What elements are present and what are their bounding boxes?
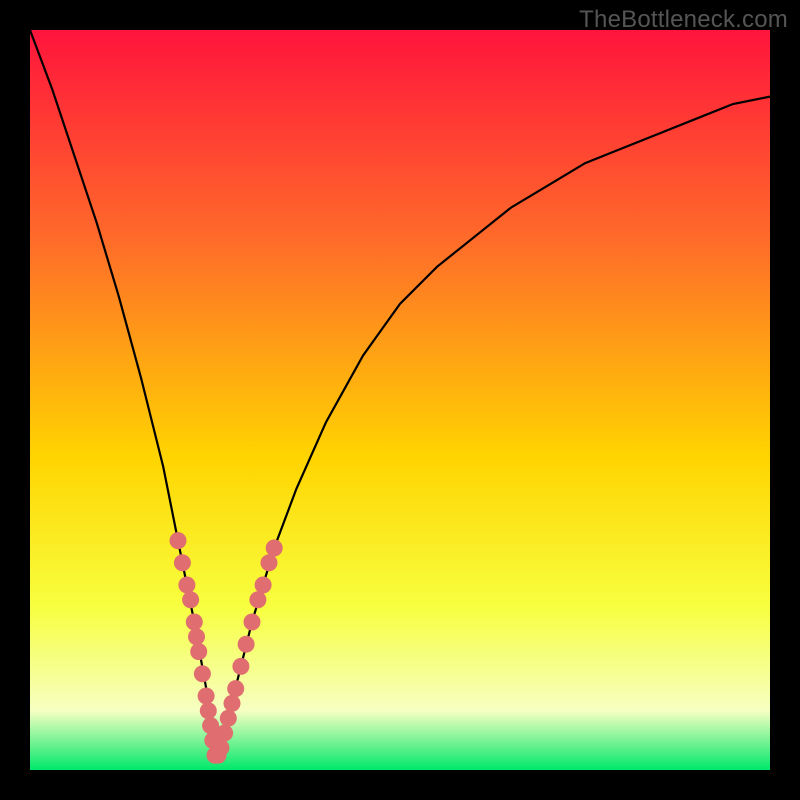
data-point: [238, 636, 255, 653]
data-point: [188, 628, 205, 645]
data-point: [220, 710, 237, 727]
data-point: [224, 695, 241, 712]
watermark-text: TheBottleneck.com: [579, 6, 788, 34]
data-point: [200, 702, 217, 719]
chart-svg: [30, 30, 770, 770]
outer-frame: TheBottleneck.com: [0, 0, 800, 800]
data-point: [255, 577, 272, 594]
data-point: [266, 540, 283, 557]
data-point: [194, 665, 211, 682]
datapoint-layer: [170, 532, 283, 764]
data-point: [170, 532, 187, 549]
data-point: [244, 614, 261, 631]
bottleneck-curve: [30, 30, 770, 755]
data-point: [261, 554, 278, 571]
data-point: [216, 725, 233, 742]
data-point: [249, 591, 266, 608]
data-point: [190, 643, 207, 660]
data-point: [186, 614, 203, 631]
data-point: [212, 739, 229, 756]
data-point: [232, 658, 249, 675]
data-point: [174, 554, 191, 571]
data-point: [227, 680, 244, 697]
data-point: [182, 591, 199, 608]
data-point: [198, 688, 215, 705]
plot-area: [30, 30, 770, 770]
data-point: [178, 577, 195, 594]
